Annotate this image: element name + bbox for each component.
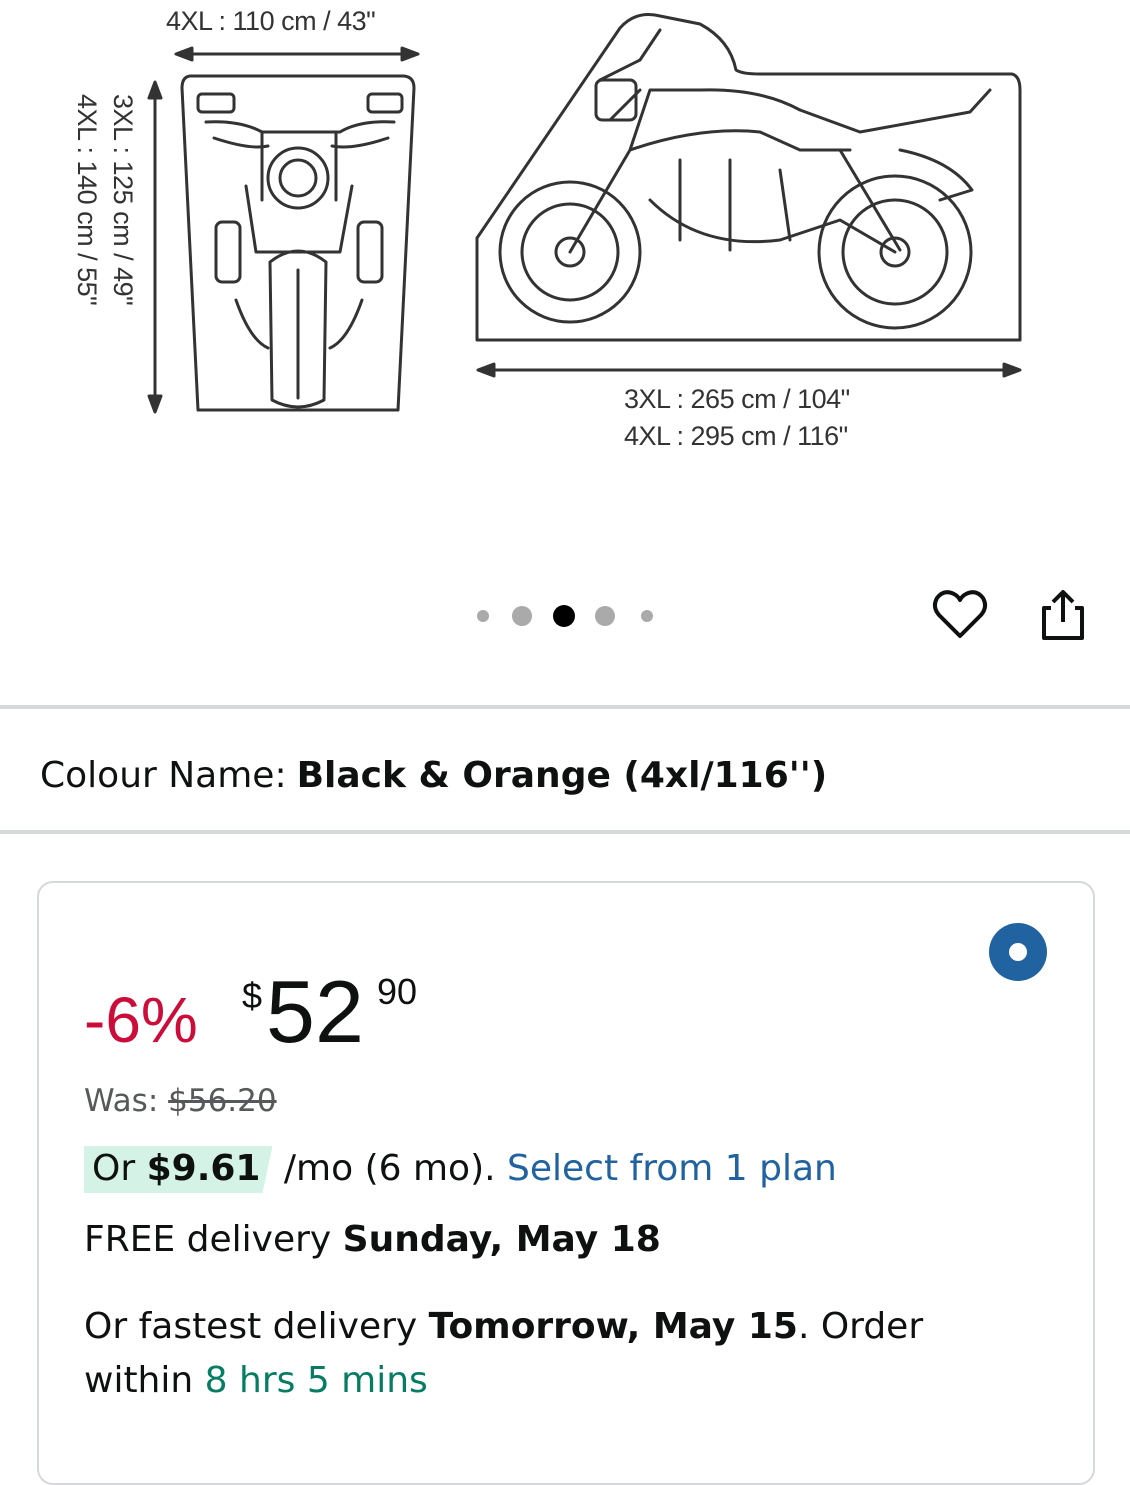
colour-name-value: Black & Orange (4xl/116'') bbox=[296, 755, 828, 796]
carousel-dot[interactable] bbox=[477, 610, 489, 622]
wishlist-button[interactable] bbox=[930, 586, 990, 646]
price-whole: 52 bbox=[266, 962, 364, 1061]
height-dimension-label-3xl: 3XL : 125 cm / 49" bbox=[108, 94, 138, 306]
share-icon bbox=[1042, 590, 1084, 640]
fastest-delivery-label: Or fastest delivery bbox=[84, 1306, 418, 1347]
select-plan-link[interactable]: Select from 1 plan bbox=[507, 1148, 837, 1189]
order-countdown: 8 hrs 5 mins bbox=[204, 1360, 428, 1401]
length-dimension-label-3xl: 3XL : 265 cm / 104" bbox=[624, 384, 850, 414]
section-divider bbox=[0, 830, 1130, 834]
installment-terms: /mo (6 mo). bbox=[283, 1148, 496, 1189]
colour-name-row: Colour Name: Black & Orange (4xl/116'') bbox=[40, 755, 827, 796]
free-delivery-label: FREE delivery bbox=[84, 1219, 332, 1260]
installment-plan-row: Or $9.61 /mo (6 mo). Select from 1 plan bbox=[84, 1148, 837, 1189]
length-dimension-label-4xl: 4XL : 295 cm / 116" bbox=[624, 421, 848, 451]
product-image[interactable]: 4XL : 110 cm / 43" 3XL : 125 cm / 49" 4X… bbox=[0, 0, 1130, 580]
installment-prefix: Or bbox=[92, 1148, 136, 1189]
free-delivery-date: Sunday, May 18 bbox=[342, 1219, 661, 1260]
installment-highlight: Or $9.61 bbox=[84, 1146, 272, 1193]
carousel-indicator[interactable] bbox=[470, 605, 670, 627]
offer-radio-selected[interactable] bbox=[989, 923, 1047, 981]
carousel-dot-active[interactable] bbox=[553, 605, 575, 627]
fastest-delivery-row: Or fastest delivery Tomorrow, May 15. Or… bbox=[84, 1300, 984, 1408]
share-button[interactable] bbox=[1033, 586, 1093, 646]
was-price-row: Was: $56.20 bbox=[84, 1083, 277, 1119]
was-label: Was: bbox=[84, 1083, 159, 1119]
price-currency: $ bbox=[242, 975, 263, 1016]
installment-amount: $9.61 bbox=[146, 1148, 261, 1189]
carousel-dot[interactable] bbox=[595, 606, 615, 626]
price-fraction: 90 bbox=[377, 971, 418, 1012]
motorcycle-dimension-diagram bbox=[147, 13, 1022, 414]
width-dimension-label: 4XL : 110 cm / 43" bbox=[166, 6, 376, 36]
discount-percentage: -6% bbox=[84, 984, 198, 1056]
colour-name-label: Colour Name: bbox=[40, 755, 287, 796]
section-divider bbox=[0, 705, 1130, 709]
free-delivery-row: FREE delivery Sunday, May 18 bbox=[84, 1219, 661, 1260]
carousel-dot[interactable] bbox=[641, 610, 653, 622]
buy-box-card[interactable]: -6% $ 52 90 Was: $56.20 Or $9.61 /mo (6 … bbox=[37, 881, 1095, 1485]
fastest-delivery-date: Tomorrow, May 15 bbox=[428, 1306, 798, 1347]
was-price: $56.20 bbox=[168, 1083, 277, 1119]
heart-icon bbox=[932, 590, 988, 638]
height-dimension-label-4xl: 4XL : 140 cm / 55" bbox=[72, 94, 102, 306]
carousel-dot[interactable] bbox=[512, 606, 532, 626]
